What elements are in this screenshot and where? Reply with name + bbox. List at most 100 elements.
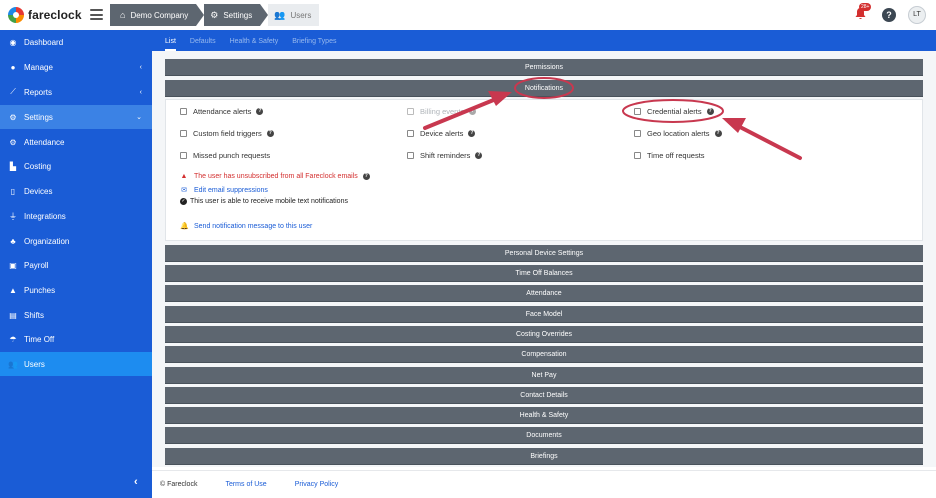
custom-field-triggers-option[interactable]: Custom field triggers ?	[180, 129, 274, 138]
breadcrumb-separator	[196, 4, 205, 26]
fareclock-logo-icon	[8, 7, 24, 23]
panel-notifications[interactable]: Notifications	[165, 80, 923, 97]
checkbox-label: Attendance alerts	[193, 107, 252, 116]
bell-icon: 🔔	[180, 223, 189, 230]
edit-email-suppressions-text: Edit email suppressions	[194, 186, 268, 194]
sidebar-item-label: Organization	[24, 236, 70, 246]
panel-compensation[interactable]: Compensation	[165, 346, 923, 363]
time-off-requests-option[interactable]: Time off requests	[634, 151, 705, 160]
breadcrumb-settings[interactable]: ⚙ Settings	[204, 4, 261, 26]
help-icon[interactable]: ?	[882, 8, 896, 22]
hamburger-menu-icon[interactable]	[90, 9, 103, 20]
breadcrumb-separator	[260, 4, 269, 26]
checkbox-label: Missed punch requests	[193, 151, 271, 160]
missed-punch-requests-option[interactable]: Missed punch requests	[180, 151, 270, 160]
privacy-link[interactable]: Privacy Policy	[295, 481, 339, 488]
panel-costing-overrides[interactable]: Costing Overrides	[165, 326, 923, 343]
attendance-alerts-checkbox[interactable]	[180, 108, 187, 115]
attendance-alerts-option[interactable]: Attendance alerts ?	[180, 107, 264, 116]
send-notification-link[interactable]: 🔔 Send notification message to this user	[180, 222, 312, 231]
custom-field-triggers-checkbox[interactable]	[180, 130, 187, 137]
geo-location-alerts-checkbox[interactable]	[634, 130, 641, 137]
sidebar-collapse-icon[interactable]: ‹	[134, 476, 138, 488]
breadcrumb: ⌂ Demo Company ⚙ Settings 👥 Users	[110, 4, 320, 26]
sidebar-item-attendance[interactable]: ⚙ Attendance	[0, 130, 152, 154]
missed-punch-requests-checkbox[interactable]	[180, 152, 187, 159]
sidebar-item-settings[interactable]: ⚙ Settings ⌄	[0, 105, 152, 129]
sidebar-item-devices[interactable]: ▯ Devices	[0, 179, 152, 203]
app-logo[interactable]: fareclock	[8, 7, 82, 23]
header-actions: 28+ ? LT	[854, 3, 926, 24]
sidebar-item-label: Punches	[24, 285, 56, 295]
panel-permissions[interactable]: Permissions	[165, 59, 923, 76]
terms-link[interactable]: Terms of Use	[225, 481, 266, 488]
org-chart-icon: ♣	[10, 236, 16, 246]
sidebar-item-costing[interactable]: ▙ Costing	[0, 154, 152, 178]
panel-personal-device-settings[interactable]: Personal Device Settings	[165, 245, 923, 262]
envelope-icon: ✉	[181, 187, 187, 194]
sidebar-item-label: Attendance	[24, 137, 65, 147]
sidebar-item-time-off[interactable]: ☂ Time Off	[0, 327, 152, 351]
help-icon[interactable]: ?	[362, 173, 370, 180]
help-icon[interactable]: ?	[469, 108, 477, 115]
sidebar-item-users[interactable]: 👥 Users	[0, 352, 152, 376]
help-icon[interactable]: ?	[256, 108, 264, 115]
panel-briefings[interactable]: Briefings	[165, 448, 923, 465]
shift-reminders-option[interactable]: Shift reminders ?	[407, 151, 483, 160]
sidebar-item-reports[interactable]: ⟋ Reports ‹	[0, 80, 152, 104]
panel-attendance[interactable]: Attendance	[165, 285, 923, 302]
breadcrumb-users[interactable]: 👥 Users	[268, 4, 320, 26]
panel-face-model[interactable]: Face Model	[165, 306, 923, 323]
panel-net-pay[interactable]: Net Pay	[165, 367, 923, 384]
help-icon[interactable]: ?	[714, 130, 722, 137]
help-icon[interactable]: ?	[468, 130, 476, 137]
credential-alerts-checkbox[interactable]	[634, 108, 641, 115]
breadcrumb-company[interactable]: ⌂ Demo Company	[110, 4, 197, 26]
panel-documents[interactable]: Documents	[165, 427, 923, 444]
mobile-text-status: ✓ This user is able to receive mobile te…	[180, 198, 348, 205]
sidebar-item-shifts[interactable]: ▤ Shifts	[0, 303, 152, 327]
credential-alerts-option[interactable]: Credential alerts ?	[634, 107, 714, 116]
gear-icon: ⚙	[9, 112, 17, 122]
sidebar-item-label: Payroll	[24, 260, 49, 270]
unsubscribed-warning: ▲ The user has unsubscribed from all Far…	[180, 173, 370, 180]
notifications-bell-icon[interactable]: 28+	[854, 3, 872, 23]
breadcrumb-settings-label: Settings	[223, 10, 253, 20]
help-icon[interactable]: ?	[266, 130, 274, 137]
sidebar-item-label: Manage	[24, 62, 53, 72]
shift-reminders-checkbox[interactable]	[407, 152, 414, 159]
sidebar-item-manage[interactable]: ● Manage ‹	[0, 55, 152, 79]
geo-location-alerts-option[interactable]: Geo location alerts ?	[634, 129, 722, 138]
billing-events-option: Billing events ?	[407, 107, 477, 116]
sidebar-item-integrations[interactable]: ⏚ Integrations	[0, 204, 152, 228]
tab-health-safety[interactable]: Health & Safety	[230, 38, 279, 51]
edit-email-suppressions-link[interactable]: ✉ Edit email suppressions	[180, 186, 268, 195]
sidebar-item-punches[interactable]: ▲ Punches	[0, 278, 152, 302]
device-alerts-option[interactable]: Device alerts ?	[407, 129, 476, 138]
panel-time-off-balances[interactable]: Time Off Balances	[165, 265, 923, 282]
tab-briefing-types[interactable]: Briefing Types	[292, 38, 336, 51]
notifications-panel-body	[165, 99, 923, 241]
bar-chart-icon: ▙	[9, 161, 17, 171]
sidebar-item-label: Integrations	[24, 211, 66, 221]
panel-contact-details[interactable]: Contact Details	[165, 387, 923, 404]
time-off-requests-checkbox[interactable]	[634, 152, 641, 159]
help-icon[interactable]: ?	[706, 108, 714, 115]
sidebar-item-dashboard[interactable]: ◉ Dashboard	[0, 30, 152, 54]
help-icon[interactable]: ?	[475, 152, 483, 159]
home-icon: ⌂	[120, 10, 126, 20]
tab-list[interactable]: List	[165, 38, 176, 51]
sidebar-item-label: Shifts	[24, 310, 45, 320]
sidebar-item-label: Devices	[24, 186, 53, 196]
device-alerts-checkbox[interactable]	[407, 130, 414, 137]
tab-defaults[interactable]: Defaults	[190, 38, 216, 51]
copyright: © Fareclock	[160, 481, 198, 488]
sidebar-item-organization[interactable]: ♣ Organization	[0, 229, 152, 253]
breadcrumb-company-label: Demo Company	[130, 10, 189, 20]
avatar[interactable]: LT	[908, 6, 926, 24]
panel-health-safety[interactable]: Health & Safety	[165, 407, 923, 424]
sidebar-item-payroll[interactable]: ▣ Payroll	[0, 253, 152, 277]
checkbox-label: Geo location alerts	[647, 129, 710, 138]
unsubscribed-warning-text: The user has unsubscribed from all Farec…	[194, 173, 358, 180]
sidebar-item-label: Costing	[24, 161, 52, 171]
